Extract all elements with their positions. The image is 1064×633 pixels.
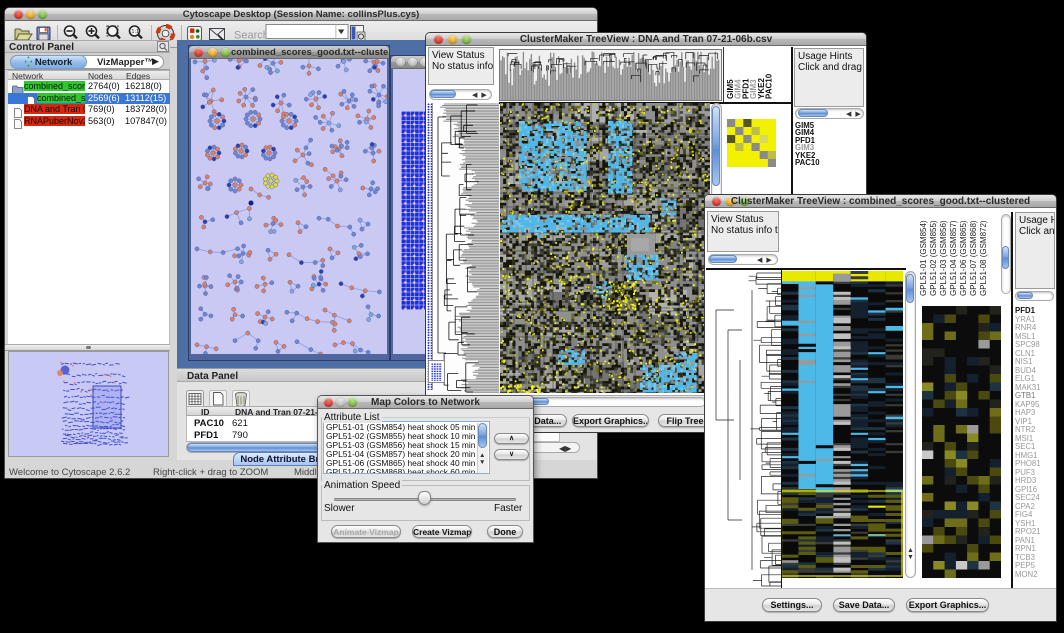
- svg-text:GPL51-07 (GSM868): GPL51-07 (GSM868): [969, 220, 978, 296]
- svg-text:GPL51-02 (GSM855): GPL51-02 (GSM855): [929, 220, 938, 296]
- svg-text:1:1: 1:1: [131, 29, 139, 35]
- svg-text:GPL51-04 (GSM857): GPL51-04 (GSM857): [949, 220, 958, 296]
- svg-text:GPL51-01 (GSM854): GPL51-01 (GSM854): [919, 220, 928, 296]
- svg-text:GPL51-03 (GSM856): GPL51-03 (GSM856): [939, 220, 948, 296]
- svg-text:GPL51-06 (GSM865): GPL51-06 (GSM865): [959, 220, 968, 296]
- svg-text:PAC10: PAC10: [765, 73, 774, 99]
- svg-text:GPL51-08 (GSM872): GPL51-08 (GSM872): [979, 220, 988, 296]
